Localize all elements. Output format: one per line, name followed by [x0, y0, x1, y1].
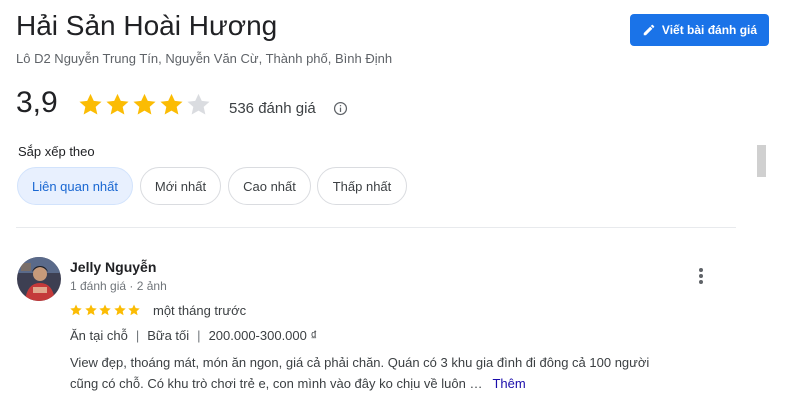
place-address: Lô D2 Nguyễn Trung Tín, Nguyễn Văn Cừ, T… [16, 51, 393, 66]
review-count[interactable]: 536 đánh giá [229, 100, 316, 117]
star-filled-icon [84, 304, 97, 316]
star-filled-icon [160, 93, 183, 115]
tag-separator: | [197, 328, 201, 343]
tag-meal: Bữa tối [147, 328, 190, 343]
sort-chip-highest[interactable]: Cao nhất [228, 167, 311, 205]
tag-price: 200.000-300.000 ₫ [208, 328, 318, 343]
star-filled-icon [99, 304, 111, 316]
star-filled-icon [79, 93, 102, 115]
star-filled-icon [128, 304, 140, 316]
star-empty-icon [187, 93, 210, 115]
review-time: một tháng trước [153, 303, 247, 318]
write-review-button[interactable]: Viết bài đánh giá [630, 14, 769, 46]
star-filled-icon [133, 93, 156, 115]
pencil-icon [643, 24, 655, 36]
review-stars [69, 303, 142, 317]
review-text-line: cũng có chỗ. Có khu trò chơi trẻ e, con … [70, 373, 750, 394]
star-filled-icon [70, 304, 82, 316]
avatar[interactable] [17, 257, 61, 301]
scrollbar-thumb[interactable] [757, 145, 766, 177]
star-filled-icon [113, 304, 126, 316]
tag-separator: | [135, 328, 140, 343]
star-filled-icon [106, 93, 129, 115]
reviewer-name[interactable]: Jelly Nguyễn [70, 259, 156, 275]
write-review-label: Viết bài đánh giá [661, 23, 758, 37]
more-link[interactable]: Thêm [492, 376, 525, 391]
review-text-line: View đẹp, thoáng mát, món ăn ngon, giá c… [70, 355, 650, 370]
place-title: Hải Sản Hoài Hương [16, 10, 278, 41]
reviewer-meta: 1 đánh giá · 2 ảnh [70, 279, 167, 293]
sort-chip-newest[interactable]: Mới nhất [140, 167, 221, 205]
info-icon[interactable] [333, 101, 348, 116]
more-options-icon[interactable] [692, 266, 710, 286]
rating-value: 3,9 [16, 86, 58, 119]
review-text: View đẹp, thoáng mát, món ăn ngon, giá c… [70, 352, 750, 394]
tag-dine-in: Ăn tại chỗ [70, 328, 128, 343]
rating-stars [77, 91, 212, 118]
sort-chip-lowest[interactable]: Thấp nhất [317, 167, 407, 205]
sort-chip-relevant[interactable]: Liên quan nhất [17, 167, 133, 205]
divider [16, 227, 736, 228]
sort-label: Sắp xếp theo [18, 144, 95, 159]
review-text-line-content: cũng có chỗ. Có khu trò chơi trẻ e, con … [70, 376, 483, 391]
review-tags: Ăn tại chỗ | Bữa tối | 200.000-300.000 ₫ [70, 328, 317, 343]
